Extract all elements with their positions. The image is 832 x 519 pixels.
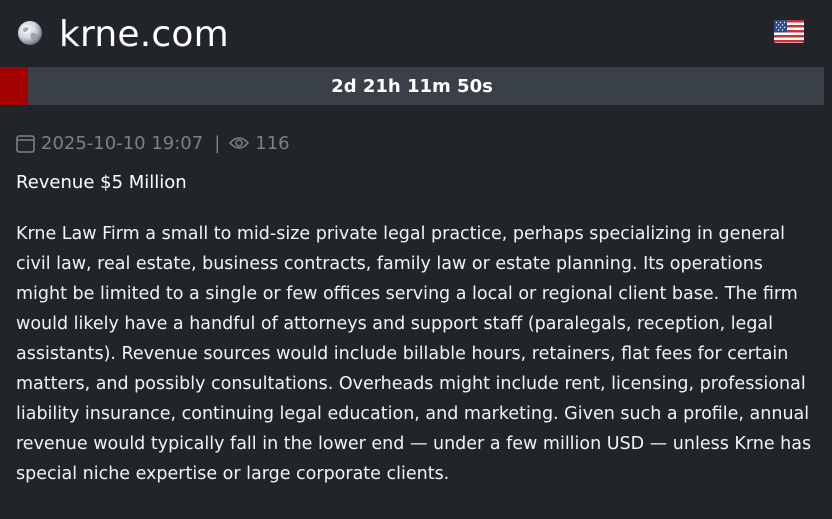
post-date: 2025-10-10 19:07: [41, 132, 204, 154]
countdown-progress-bar: 2d 21h 11m 50s: [0, 67, 824, 105]
company-description: Krne Law Firm a small to mid-size privat…: [16, 224, 812, 484]
us-flag-icon: [774, 20, 804, 43]
eye-icon: [229, 137, 250, 149]
view-count: 116: [255, 132, 290, 154]
globe-icon: [18, 21, 42, 45]
meta-separator: |: [214, 132, 221, 154]
revenue-estimate: Revenue $5 Million: [16, 172, 187, 193]
site-title[interactable]: krne.com: [59, 13, 229, 57]
countdown-text: 2d 21h 11m 50s: [331, 76, 493, 97]
post-meta: 2025-10-10 19:07 | 116: [16, 131, 290, 155]
site-header: krne.com: [0, 0, 832, 67]
calendar-icon: [16, 134, 35, 153]
